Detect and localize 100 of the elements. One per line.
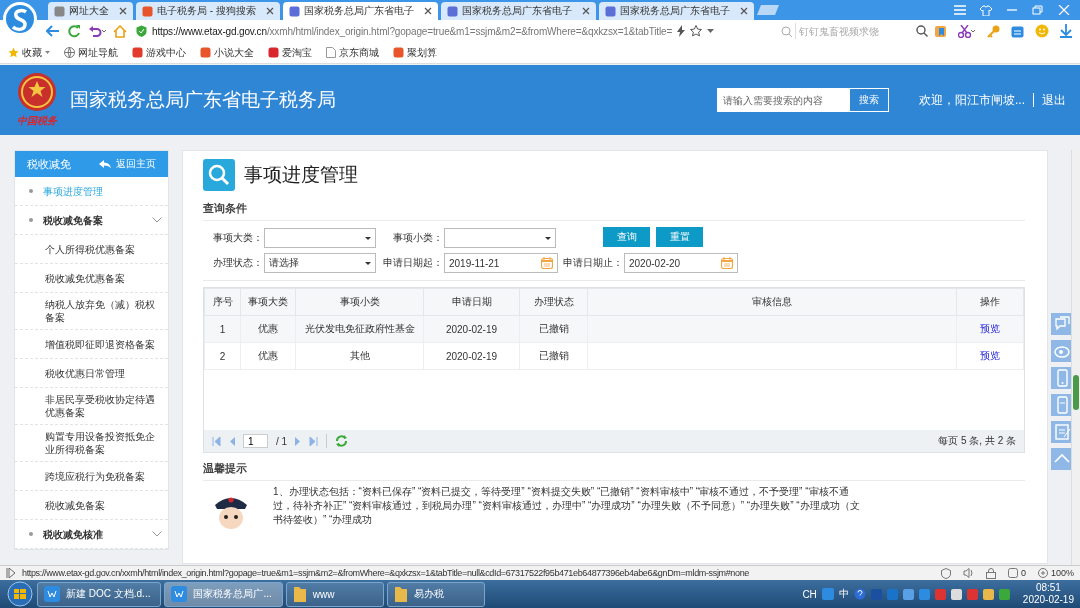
column-header: 操作: [956, 288, 1024, 316]
page-summary: 每页 5 条, 共 2 条: [938, 434, 1016, 448]
table-cell: 其他: [295, 342, 424, 370]
document-icon: [326, 47, 336, 58]
previous-page-icon[interactable]: [229, 436, 235, 446]
scissors-icon[interactable]: [958, 24, 976, 38]
bookmark-link[interactable]: 爱淘宝: [268, 45, 312, 60]
next-page-icon[interactable]: [295, 436, 302, 446]
sidebar-item[interactable]: 非居民享受税收协定待遇优惠备案: [15, 388, 168, 425]
refresh-icon[interactable]: [67, 24, 81, 38]
shirt-icon[interactable]: [980, 4, 992, 16]
logout-link[interactable]: 退出: [1042, 91, 1066, 109]
tray-icon[interactable]: [982, 588, 994, 600]
back-icon[interactable]: [46, 25, 60, 37]
browser-tab[interactable]: 国家税务总局广东省电子: [598, 2, 754, 20]
sidebar-toggle-icon[interactable]: [6, 568, 16, 578]
block-icon[interactable]: [1007, 568, 1018, 578]
sidebar-item[interactable]: 税收优惠日常管理: [15, 359, 168, 388]
restore-icon[interactable]: [1032, 5, 1044, 15]
lock-icon[interactable]: [985, 567, 996, 579]
table-cell: 1: [204, 315, 241, 343]
preview-link[interactable]: 预览: [980, 323, 1000, 334]
site-icon: [268, 47, 279, 58]
tray-icon[interactable]: [902, 588, 914, 600]
new-tab-icon[interactable]: [756, 4, 781, 16]
table-cell: 优惠: [240, 342, 296, 370]
key-icon[interactable]: [987, 24, 1000, 38]
select-field[interactable]: 请选择: [264, 253, 376, 273]
menu-icon[interactable]: [954, 5, 966, 15]
caret-icon: [365, 236, 371, 240]
sidebar-item[interactable]: 税收减免备案: [15, 206, 168, 235]
app-icon[interactable]: [821, 588, 834, 600]
column-header: 办理状态: [519, 288, 588, 316]
bookmark-link[interactable]: 网址导航: [64, 45, 118, 60]
table-cell: 光伏发电免征政府性基金: [295, 315, 424, 343]
refresh-icon[interactable]: [335, 435, 349, 447]
sidebar-item[interactable]: 税收减免备案: [15, 491, 168, 520]
field-label: 申请日期起：: [382, 256, 443, 270]
sidebar-item[interactable]: 税收减免核准: [15, 520, 168, 549]
sidebar-item[interactable]: 购置专用设备投资抵免企业所得税备案: [15, 425, 168, 462]
search-field[interactable]: 钉钉鬼畜视频求饶: [777, 22, 927, 40]
select-field[interactable]: [444, 228, 556, 248]
star-icon: [8, 47, 19, 58]
date-field[interactable]: 2019-11-21: [444, 253, 558, 273]
bookmark-link[interactable]: 收藏: [8, 45, 50, 60]
input-method-indicator[interactable]: 中: [838, 587, 849, 601]
speaker-icon[interactable]: [962, 568, 974, 578]
close-icon: [581, 7, 590, 15]
section-title: 查询条件: [203, 193, 1025, 221]
table-cell: 2: [204, 342, 241, 370]
taskbar-button[interactable]: 新建 DOC 文档.d...: [37, 581, 162, 607]
browser-tab[interactable]: 国家税务总局广东省电子: [282, 2, 438, 20]
start-orb-icon[interactable]: [6, 581, 34, 607]
sidebar-item[interactable]: 税收减免优惠备案: [15, 264, 168, 293]
zoom-icon[interactable]: [1037, 568, 1048, 578]
search-button[interactable]: 搜索: [849, 88, 889, 112]
page-title: 事项进度管理: [244, 163, 358, 187]
document-app-icon: [44, 586, 60, 602]
clock-date: 2020-02-19: [1022, 594, 1074, 606]
calendar-icon[interactable]: [1011, 24, 1024, 38]
address-field[interactable]: https://www.etax-gd.gov.cn/xxmh/html/index_origin.html?gopage=true&m1=ssjm&m2=&fromWhere=&qxkzsx=1&tabTitle=: [134, 22, 770, 40]
sidebar-item[interactable]: 增值税即征即退资格备案: [15, 330, 168, 359]
search-field[interactable]: 请输入需要搜索的内容: [717, 88, 849, 112]
taskbar-button[interactable]: www: [285, 581, 384, 607]
taskbar-button[interactable]: 易办税: [386, 581, 485, 607]
smiley-icon[interactable]: [1035, 24, 1049, 38]
bookmark-link[interactable]: 京东商城: [326, 45, 379, 60]
undo-icon[interactable]: [88, 25, 106, 37]
bookmark-link[interactable]: 游戏中心: [132, 45, 186, 60]
first-page-icon[interactable]: [212, 436, 221, 446]
download-icon[interactable]: [1060, 24, 1072, 38]
browser-tab[interactable]: 电子税务局 - 搜狗搜索: [136, 2, 280, 20]
scroll-thumb[interactable]: [1073, 375, 1079, 410]
page-input[interactable]: 1: [243, 434, 268, 448]
preview-link[interactable]: 预览: [980, 350, 1000, 361]
close-icon[interactable]: [1058, 5, 1070, 15]
bookmark-link[interactable]: 聚划算: [393, 45, 437, 60]
bookmark-link[interactable]: 小说大全: [200, 45, 254, 60]
select-field[interactable]: [264, 228, 376, 248]
browser-tab[interactable]: 网址大全: [48, 2, 133, 20]
close-icon: [119, 7, 127, 15]
help-icon[interactable]: [853, 588, 866, 600]
sidebar-item[interactable]: 跨境应税行为免税备案: [15, 462, 168, 491]
tray-icon[interactable]: [950, 588, 962, 600]
tray-icon[interactable]: [998, 588, 1010, 600]
last-page-icon[interactable]: [309, 436, 319, 446]
home-icon[interactable]: [113, 24, 127, 38]
sidebar-item[interactable]: 纳税人放弃免（减）税权备案: [15, 293, 168, 330]
bookmark-icon[interactable]: [934, 24, 947, 38]
search-icon: [916, 25, 928, 37]
browser-tab[interactable]: 国家税务总局广东省电子: [440, 2, 596, 20]
date-field[interactable]: 2020-02-20: [624, 253, 738, 273]
caret-icon: [545, 236, 551, 240]
shield-icon[interactable]: [940, 567, 951, 579]
language-indicator[interactable]: CH: [802, 588, 817, 600]
column-header: 审核信息: [587, 288, 957, 316]
scrollbar[interactable]: [1071, 150, 1080, 565]
caret-icon: [365, 261, 371, 265]
section-title: 温馨提示: [203, 453, 1025, 481]
sidebar-item[interactable]: 个人所得税优惠备案: [15, 235, 168, 264]
